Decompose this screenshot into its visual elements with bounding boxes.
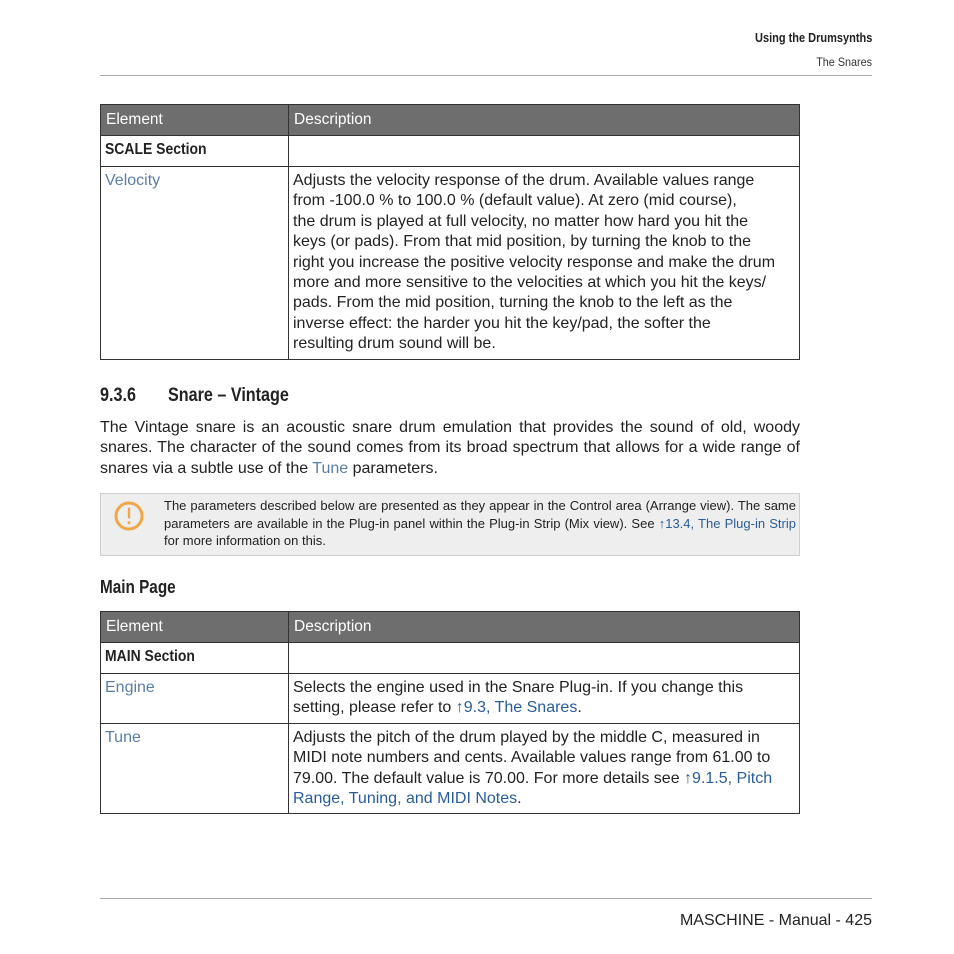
description-line: resulting drum sound will be. (293, 335, 496, 353)
tune-link[interactable]: Tune (312, 460, 348, 477)
header-divider (100, 75, 872, 76)
table-row: Engine Selects the engine used in the Sn… (100, 673, 800, 724)
description-cell: Adjusts the pitch of the drum played by … (288, 722, 800, 815)
section-row: MAIN Section (100, 642, 800, 674)
section-number: 9.3.6 (100, 385, 136, 406)
warning-icon (114, 501, 144, 531)
plugin-strip-link[interactable]: ↑13.4, The Plug-in Strip (659, 516, 796, 531)
element-link-velocity[interactable]: Velocity (105, 172, 160, 189)
description-line: Adjusts the velocity response of the dru… (293, 172, 755, 189)
column-header-element: Element (100, 104, 289, 136)
note-text: The parameters described below are prese… (164, 498, 796, 549)
intro-paragraph: The Vintage snare is an acoustic snare d… (100, 419, 800, 477)
footer-divider (100, 898, 872, 899)
running-header-chapter: Using the Drumsynths (754, 31, 872, 45)
column-header-element: Element (100, 611, 289, 643)
section-heading: 9.3.6 Snare – Vintage (100, 385, 289, 407)
description-cell: Selects the engine used in the Snare Plu… (288, 673, 800, 724)
element-link-engine[interactable]: Engine (105, 679, 155, 696)
table-header-row: Element Description (100, 104, 800, 136)
description-line: keys (or pads). From that mid position, … (293, 233, 751, 251)
element-link-tune[interactable]: Tune (105, 729, 141, 746)
description-line: the drum is played at full velocity, no … (293, 212, 749, 230)
description-line: pads. From the mid position, turning the… (293, 294, 733, 312)
section-title: Snare – Vintage (168, 385, 289, 406)
page-footer: MASCHINE - Manual - 425 (679, 912, 872, 929)
main-parameters-table: Element Description MAIN Section Engine … (100, 611, 800, 815)
description-cell: Adjusts the velocity response of the dru… (288, 166, 800, 360)
note-box: The parameters described below are prese… (100, 493, 800, 556)
table-row: Velocity Adjusts the velocity response o… (100, 166, 800, 360)
section-label: SCALE Section (105, 141, 207, 158)
description-line: right you increase the positive velocity… (293, 253, 776, 271)
description-line: inverse effect: the harder you hit the k… (293, 314, 711, 332)
column-header-description: Description (288, 104, 800, 136)
subheading-main-page: Main Page (100, 577, 176, 597)
column-header-description: Description (288, 611, 800, 643)
description-line: from -100.0 % to 100.0 % (default value)… (293, 192, 737, 210)
section-row: SCALE Section (100, 135, 800, 167)
table-header-row: Element Description (100, 611, 800, 643)
scale-parameters-table: Element Description SCALE Section Veloci… (100, 104, 800, 360)
table-row: Tune Adjusts the pitch of the drum playe… (100, 722, 800, 815)
section-label: MAIN Section (105, 648, 195, 665)
running-header-section: The Snares (816, 55, 872, 69)
the-snares-link[interactable]: ↑9.3, The Snares (456, 699, 578, 716)
description-line: more and more sensitive to the velocitie… (293, 274, 767, 292)
